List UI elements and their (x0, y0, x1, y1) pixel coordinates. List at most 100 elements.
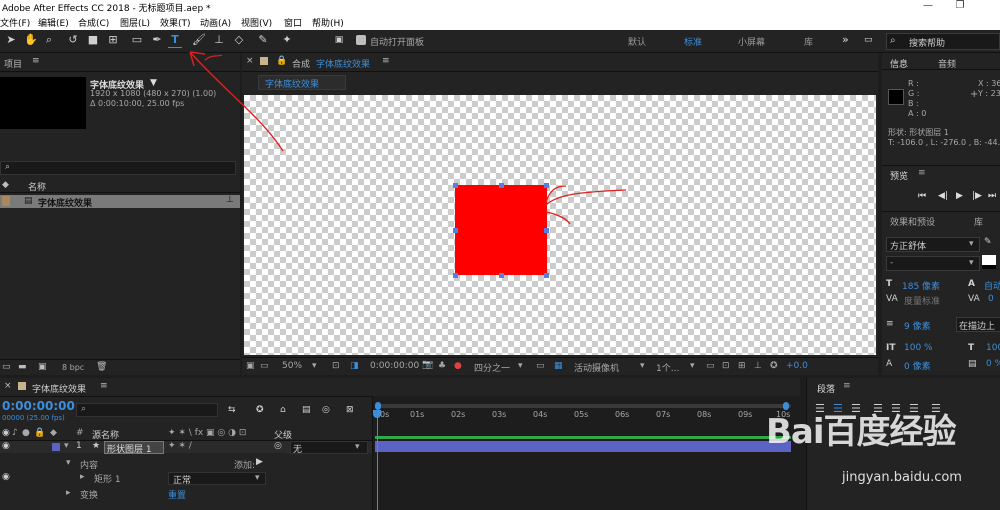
selection-tool-icon[interactable]: ➤ (4, 33, 18, 47)
panel-menu-icon[interactable]: ≡ (382, 56, 390, 66)
menu-composition[interactable]: 合成(C) (78, 16, 109, 29)
flowchart-icon[interactable]: ⊥ (754, 361, 762, 371)
workspace-more-button[interactable]: » (842, 33, 849, 46)
type-tool-icon[interactable]: T (168, 33, 182, 48)
audio-tab[interactable]: 音频 (938, 57, 956, 70)
clone-stamp-tool-icon[interactable]: ⊥ (212, 33, 226, 47)
close-icon[interactable]: × (246, 56, 254, 66)
last-frame-icon[interactable]: ⏭ (988, 191, 996, 201)
graph-editor-icon[interactable]: ⊠ (346, 405, 354, 415)
column-source-name[interactable]: 源名称 (92, 428, 119, 441)
kerning-value[interactable]: 度量标准 (904, 294, 940, 307)
comp-mini-flowchart-icon[interactable]: ⇆ (228, 405, 236, 415)
project-item-row[interactable]: ▤ 字体底纹效果 ⊥ (0, 195, 240, 209)
trash-icon[interactable]: 🗑 (96, 362, 107, 372)
stroke-width-value[interactable]: 9 像素 (904, 319, 931, 332)
panel-menu-icon[interactable]: ≡ (100, 381, 108, 391)
panel-icon[interactable]: ▣ (332, 33, 346, 47)
zoom-dropdown[interactable]: 50% (282, 361, 302, 371)
timeline-tab[interactable]: 字体底纹效果 (32, 382, 86, 395)
contents-row[interactable]: ▾ 内容 添加: ▶ (0, 457, 372, 471)
interpret-footage-icon[interactable]: ▭ (2, 362, 11, 372)
library-tab[interactable]: 库 (974, 215, 983, 228)
camera-tool-icon[interactable]: ■ (86, 33, 100, 47)
parent-select[interactable]: 无 ▾ (290, 441, 368, 455)
baseline-shift-value[interactable]: 0 像素 (904, 359, 931, 372)
hand-tool-icon[interactable]: ✋ (24, 33, 38, 47)
transform-handle[interactable] (453, 183, 458, 188)
effects-tab[interactable]: 效果和预设 (890, 215, 935, 228)
expand-chevron-icon[interactable]: ▸ (66, 488, 71, 498)
stroke-mode-select[interactable]: 在描边上 (956, 317, 1000, 332)
monitor-icon[interactable]: ▭ (260, 361, 269, 371)
workspace-small-screen[interactable]: 小屏幕 (738, 35, 765, 48)
comp-name-in-header[interactable]: 字体底纹效果 (316, 57, 370, 70)
lock-icon[interactable]: 🔒 (276, 56, 287, 66)
rectangle-row[interactable]: ◉ ▸ 矩形 1 正常 ▾ (0, 472, 372, 486)
menu-layer[interactable]: 图层(L) (120, 16, 150, 29)
tracking-value[interactable]: 0 (988, 294, 994, 304)
font-family-select[interactable]: 方正舒体 ▾ (886, 237, 980, 252)
transform-handle[interactable] (544, 228, 549, 233)
eraser-tool-icon[interactable]: ◇ (232, 33, 246, 47)
work-area-start-handle[interactable] (375, 402, 381, 410)
channel-icon[interactable]: ● (454, 361, 462, 371)
column-name[interactable]: 名称 (28, 180, 46, 193)
panel-menu-icon[interactable]: ≡ (918, 168, 926, 178)
timeline-timecode[interactable]: 0:00:00:00 (2, 399, 75, 413)
panel-menu-icon[interactable]: ≡ (32, 56, 40, 66)
new-folder-icon[interactable]: ▬ (18, 362, 27, 372)
zoom-tool-icon[interactable]: ⌕ (42, 33, 56, 47)
parent-icon[interactable]: ◎ (274, 441, 282, 451)
transform-handle[interactable] (499, 273, 504, 278)
menu-window[interactable]: 窗口 (284, 16, 302, 29)
fast-preview-icon[interactable]: ⊡ (722, 361, 730, 371)
auto-open-checkbox[interactable] (356, 35, 366, 45)
layer-switches[interactable]: ✦ ✶ / (168, 441, 192, 451)
toggle-pixel-icon[interactable]: ▭ (706, 361, 715, 371)
brush-tool-icon[interactable]: 🖌 (192, 33, 206, 47)
search-panel-icon[interactable]: ▭ (864, 35, 873, 45)
transform-row[interactable]: ▸ 变换 重置 (0, 488, 372, 501)
search-help-box[interactable]: ⌕ 搜索帮助 (886, 33, 1000, 50)
camera-dropdown[interactable]: 活动摄像机 (574, 361, 619, 374)
exposure-value[interactable]: +0.0 (786, 361, 808, 371)
safe-area-icon[interactable]: ⊡ (332, 361, 340, 371)
info-tab[interactable]: 信息 (890, 57, 908, 70)
comp-viewer[interactable] (244, 95, 876, 355)
close-icon[interactable]: × (4, 381, 12, 391)
transform-handle[interactable] (499, 183, 504, 188)
timeline-icon[interactable]: ⊞ (738, 361, 746, 371)
shy-icon[interactable]: ⌂ (280, 405, 286, 415)
tsume-value[interactable]: 0 % (986, 359, 1000, 369)
timeline-search-input[interactable]: ⌕ (76, 403, 218, 417)
next-frame-icon[interactable]: |▶ (972, 191, 982, 201)
font-size-value[interactable]: 185 像素 (902, 279, 940, 292)
workspace-standard[interactable]: 标准 (684, 35, 702, 48)
transform-handle[interactable] (453, 228, 458, 233)
workspace-default[interactable]: 默认 (628, 35, 646, 48)
restore-button[interactable]: ❐ (946, 0, 974, 14)
pan-behind-tool-icon[interactable]: ⊞ (106, 33, 120, 47)
bpc-indicator[interactable]: 8 bpc (62, 363, 84, 372)
pen-tool-icon[interactable]: ✒ (150, 33, 164, 47)
menu-file[interactable]: 文件(F) (0, 16, 30, 29)
show-snapshot-icon[interactable]: ♣ (438, 361, 446, 371)
new-comp-icon[interactable]: ▣ (38, 362, 47, 372)
prev-frame-icon[interactable]: ◀| (938, 191, 948, 201)
views-dropdown[interactable]: 1个... (656, 361, 679, 374)
reset-link[interactable]: 重置 (168, 488, 186, 501)
always-preview-icon[interactable]: ▣ (246, 361, 255, 371)
add-icon[interactable]: ▶ (256, 457, 263, 467)
region-of-interest-icon[interactable]: ▭ (536, 361, 545, 371)
work-area-bar[interactable] (377, 404, 791, 408)
first-frame-icon[interactable]: ⏮ (918, 191, 926, 201)
expand-chevron-icon[interactable]: ▾ (66, 458, 71, 468)
transform-handle[interactable] (544, 183, 549, 188)
blend-mode-select[interactable]: 正常 ▾ (168, 472, 266, 486)
rotate-tool-icon[interactable]: ↺ (66, 33, 80, 47)
panel-menu-icon[interactable]: ≡ (843, 381, 851, 391)
transparency-grid-icon[interactable]: ▦ (554, 361, 563, 371)
menu-help[interactable]: 帮助(H) (312, 16, 344, 29)
puppet-tool-icon[interactable]: ✦ (280, 33, 294, 47)
